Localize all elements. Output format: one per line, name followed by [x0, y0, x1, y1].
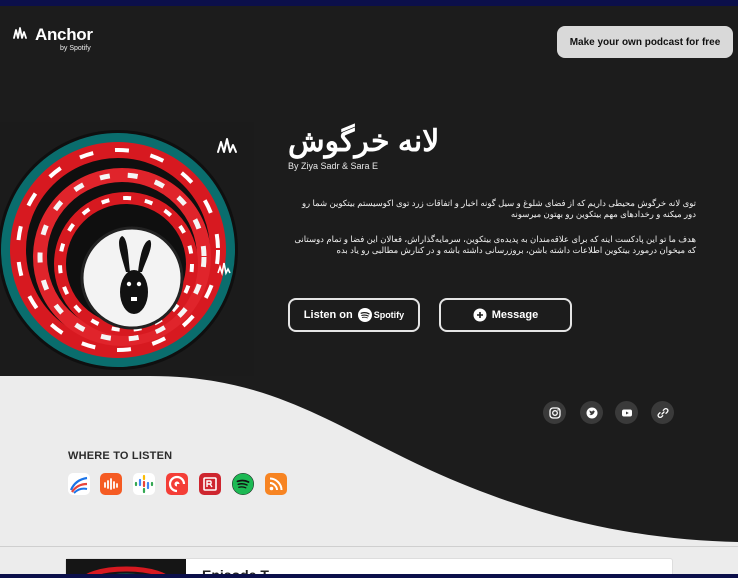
castbox-icon: [104, 478, 118, 490]
instagram-link[interactable]: [543, 401, 566, 424]
platform-pocket-casts[interactable]: [166, 473, 188, 495]
plus-circle-icon: [473, 308, 487, 322]
platform-anchor[interactable]: [68, 473, 90, 495]
spotify-platform-icon: [232, 473, 254, 495]
twitter-link[interactable]: [580, 401, 603, 424]
twitter-icon: [586, 407, 597, 418]
brand-name: Anchor: [35, 25, 93, 44]
pocket-casts-icon: [168, 475, 186, 493]
listen-prefix: Listen on: [303, 309, 353, 321]
message-button[interactable]: Message: [439, 298, 572, 332]
bottom-accent-bar: [0, 574, 738, 578]
youtube-icon: [621, 409, 632, 416]
listen-on-spotify-button[interactable]: Listen on Spotify: [288, 298, 420, 332]
anchor-watermark-icon: [217, 138, 237, 153]
brand-sub: by Spotify: [60, 45, 91, 52]
platform-spotify[interactable]: [232, 473, 254, 495]
where-to-listen-heading: WHERE TO LISTEN: [68, 450, 173, 462]
anchor-wave-icon: [13, 27, 27, 39]
platform-radiopublic[interactable]: [199, 473, 221, 495]
description-paragraph: هدف ما تو این پادکست اینه که برای علاقه‌…: [294, 234, 696, 255]
link-icon: [657, 407, 668, 418]
description-paragraph: توی لانه خرگوش محیطی داریم که از فضای شل…: [301, 198, 696, 219]
podcast-authors: By Ziya Sadr & Sara E: [288, 161, 379, 171]
message-label: Message: [491, 309, 539, 321]
instagram-icon: [548, 406, 561, 419]
podcast-page: Anchor by Spotify Make your own podcast …: [0, 0, 738, 578]
google-podcasts-icon: [134, 474, 154, 494]
podcast-title: لانه خرگوش: [288, 125, 440, 158]
section-divider: [0, 546, 738, 547]
make-podcast-button[interactable]: Make your own podcast for free: [557, 26, 733, 58]
rabbit-hole-artwork: [0, 122, 254, 376]
platform-rss[interactable]: [265, 473, 287, 495]
top-accent-bar: [0, 0, 738, 6]
website-link[interactable]: [651, 401, 674, 424]
youtube-link[interactable]: [615, 401, 638, 424]
anchor-platform-icon: [69, 476, 88, 494]
anchor-logo[interactable]: Anchor: [13, 26, 93, 43]
spotify-wordmark: Spotify: [373, 310, 405, 320]
platform-castbox[interactable]: [100, 473, 122, 495]
platform-google-podcasts[interactable]: [133, 473, 155, 495]
spotify-logo: Spotify: [357, 308, 405, 322]
spotify-icon: [357, 308, 372, 322]
podcast-description: توی لانه خرگوش محیطی داریم که از فضای شل…: [288, 198, 696, 256]
radiopublic-icon: [203, 477, 217, 491]
podcast-cover-art[interactable]: [0, 122, 254, 376]
rss-icon: [269, 477, 283, 491]
